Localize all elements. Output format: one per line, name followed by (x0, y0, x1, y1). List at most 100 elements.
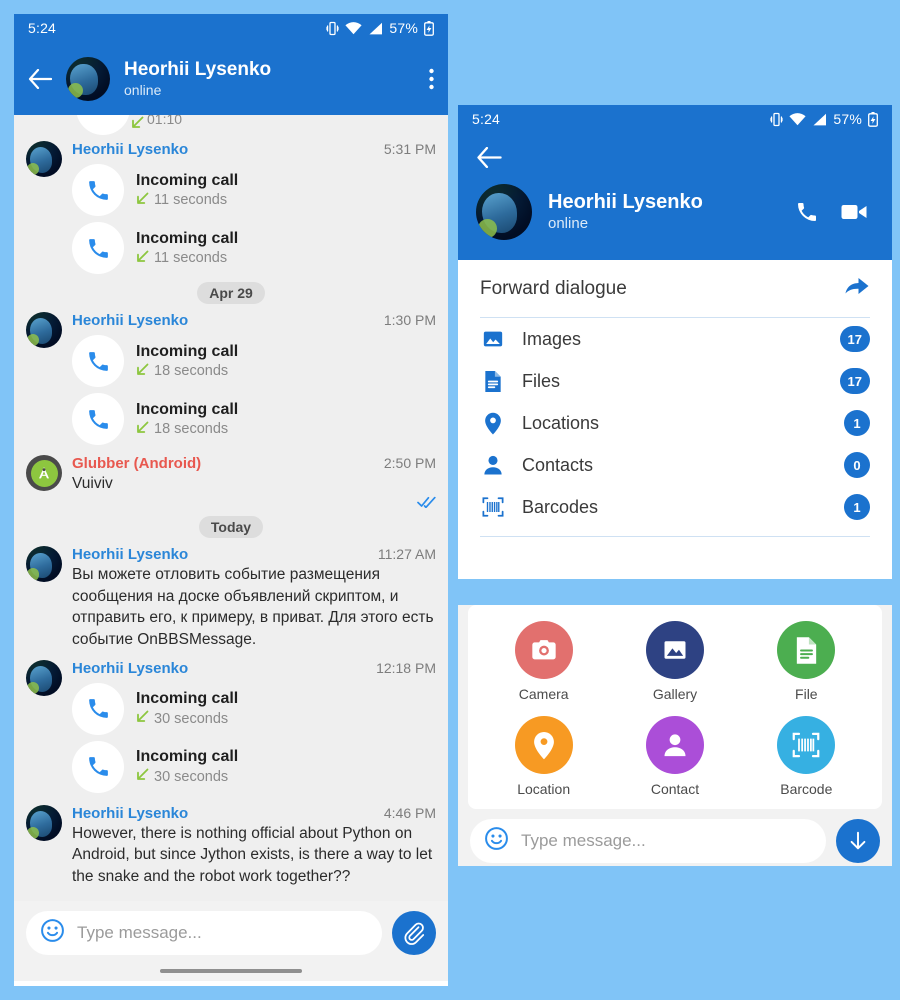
incoming-arrow-icon (136, 250, 149, 267)
contact-name: Heorhii Lysenko (124, 58, 272, 80)
call-entry[interactable]: Incoming call 18 seconds (72, 393, 436, 445)
barcode-icon (480, 496, 506, 518)
incoming-arrow-icon (136, 192, 149, 209)
status-bar: 5:24 57% (14, 14, 448, 42)
attach-button[interactable] (392, 911, 436, 955)
call-entry[interactable]: Incoming call 30 seconds (72, 740, 436, 793)
message-input-pill[interactable]: Type message... (470, 819, 826, 863)
video-camera-icon (841, 205, 867, 219)
message-time: 5:31 PM (383, 141, 436, 157)
avatar-android[interactable] (26, 455, 62, 491)
list-item-files[interactable]: Files 17 (480, 360, 870, 402)
message-text: However, there is nothing official about… (72, 824, 433, 885)
file-icon (480, 370, 506, 393)
list-item-locations[interactable]: Locations 1 (480, 402, 870, 444)
call-bubble (72, 740, 124, 793)
message-input[interactable]: Type message... (77, 923, 202, 943)
back-button[interactable] (28, 68, 52, 89)
list-item-barcodes[interactable]: Barcodes 1 (480, 486, 870, 528)
person-icon (480, 454, 506, 476)
call-entry[interactable]: Incoming call 30 seconds (72, 682, 436, 735)
voice-call-button[interactable] (795, 200, 819, 224)
scroll-down-button[interactable] (836, 819, 880, 863)
list-item-label: Images (522, 328, 582, 349)
message-sender: Heorhii Lysenko (72, 804, 189, 822)
contact-status: online (548, 215, 589, 232)
message-time: 1:30 PM (383, 312, 436, 328)
count-badge: 17 (839, 326, 870, 352)
message-row: Glubber (Android) 2:50 PM Vuiviv (14, 445, 448, 509)
read-receipt (72, 496, 436, 509)
list-item-label: Contacts (522, 454, 594, 475)
avatar[interactable] (26, 141, 62, 177)
forward-dialogue-label: Forward dialogue (480, 277, 627, 299)
smiley-icon[interactable] (484, 826, 509, 856)
call-bubble (72, 335, 124, 387)
avatar[interactable] (476, 184, 532, 240)
smiley-icon[interactable] (40, 918, 65, 948)
call-duration: 30 seconds (136, 710, 238, 727)
list-item-images[interactable]: Images 17 (480, 318, 870, 360)
detail-back-row (458, 133, 892, 168)
home-indicator[interactable] (160, 969, 302, 973)
message-time: 11:27 AM (377, 546, 436, 563)
avatar[interactable] (26, 546, 62, 583)
message-list[interactable]: 01:10 Heorhii Lysenko 5:31 PM Incoming c… (14, 115, 448, 901)
message-sender: Heorhii Lysenko (72, 141, 189, 158)
avatar[interactable] (26, 659, 62, 696)
call-entry[interactable]: Incoming call 18 seconds (72, 335, 436, 387)
composer: Type message... (458, 809, 892, 866)
status-clock: 5:24 (472, 111, 501, 127)
overflow-menu-button[interactable] (429, 68, 434, 90)
avatar[interactable] (26, 804, 62, 841)
message-sender: Heorhii Lysenko (72, 312, 189, 329)
detail-list: Forward dialogue Images 17 Files 17 Loca… (458, 260, 892, 537)
share-arrow-icon[interactable] (844, 275, 870, 302)
message-row: Heorhii Lysenko 1:30 PM Incoming call 18… (14, 306, 448, 445)
call-title: Incoming call (136, 400, 239, 418)
arrow-down-icon (850, 831, 866, 850)
attachment-camera[interactable]: Camera (478, 621, 609, 702)
detail-actions (795, 200, 874, 224)
avatar[interactable] (66, 56, 110, 101)
list-item-label: Barcodes (522, 496, 599, 517)
message-input[interactable]: Type message... (521, 831, 646, 851)
chat-title-block[interactable]: Heorhii Lysenko online (124, 59, 415, 99)
attachment-label: Location (517, 781, 571, 797)
status-bar: 5:24 57% (458, 105, 892, 133)
attachment-location[interactable]: Location (478, 716, 609, 797)
detail-header: Heorhii Lysenko online (458, 133, 892, 260)
message-sender: Heorhii Lysenko (72, 546, 189, 564)
attachment-gallery[interactable]: Gallery (609, 621, 740, 702)
incoming-arrow-icon (131, 116, 144, 134)
list-divider (480, 536, 870, 537)
attachment-barcode[interactable]: Barcode (741, 716, 872, 797)
battery-percent: 57% (389, 20, 418, 36)
call-bubble (72, 164, 124, 216)
message-row: Heorhii Lysenko 5:31 PM Incoming call 11… (14, 135, 448, 274)
attachment-label: File (795, 686, 818, 702)
call-duration-text: 18 seconds (154, 421, 229, 437)
status-icons: 57% (770, 111, 878, 127)
message-input-pill[interactable]: Type message... (26, 911, 382, 955)
forward-dialogue-row[interactable]: Forward dialogue (480, 260, 870, 318)
count-badge: 17 (839, 368, 870, 394)
attachment-file[interactable]: File (741, 621, 872, 702)
message-sender: Glubber (Android) (72, 455, 202, 472)
wifi-icon (345, 21, 362, 35)
call-entry[interactable]: Incoming call 11 seconds (72, 164, 436, 216)
call-bubble (72, 393, 124, 445)
system-nav-bar (14, 961, 448, 981)
call-duration-text: 11 seconds (154, 250, 228, 266)
chat-appbar: Heorhii Lysenko online (14, 42, 448, 115)
attachment-contact[interactable]: Contact (609, 716, 740, 797)
list-item-contacts[interactable]: Contacts 0 (480, 444, 870, 486)
video-call-button[interactable] (841, 202, 868, 222)
call-entry[interactable]: Incoming call 11 seconds (72, 222, 436, 274)
call-bubble (72, 222, 124, 274)
date-label: Today (198, 516, 264, 539)
call-duration: 30 seconds (136, 768, 238, 785)
call-duration-text: 30 seconds (154, 768, 229, 785)
avatar[interactable] (26, 312, 62, 348)
back-button[interactable] (476, 147, 502, 168)
